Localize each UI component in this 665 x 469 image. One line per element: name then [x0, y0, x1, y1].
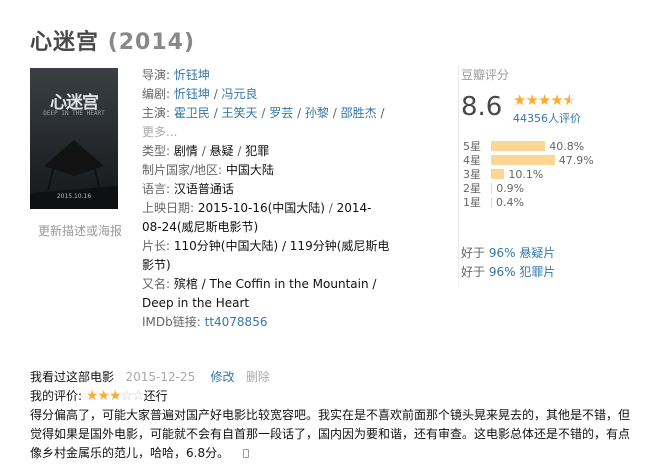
language-label: 语言:	[142, 182, 174, 196]
cast-link[interactable]: 王笑天	[222, 106, 258, 120]
review-body: 得分偏高了，可能大家普遍对国产好电影比较宽容吧。我实在是不喜欢前面那个镜头晃来晃…	[30, 406, 640, 463]
watch-status: 我看过这部电影	[30, 370, 115, 384]
bar-percent: 47.9%	[558, 153, 594, 167]
director-label: 导演:	[142, 68, 174, 82]
movie-year: (2014)	[107, 30, 196, 55]
rating-score: 8.6	[461, 92, 503, 122]
movie-poster[interactable]: 心迷宫 DEEP IN THE HEART 2015.10.16	[30, 68, 118, 209]
bar-percent: 0.9%	[496, 181, 525, 195]
aka-label: 又名:	[142, 277, 174, 291]
better-than-link[interactable]: 96% 悬疑片	[489, 246, 556, 260]
better-than-prefix: 好于	[461, 265, 489, 279]
genre: 犯罪	[245, 144, 270, 158]
rating-bar-row: 3星 10.1%	[463, 167, 594, 182]
country-label: 制片国家/地区:	[142, 163, 226, 177]
bar-label: 1星	[463, 196, 481, 209]
rating-bar	[491, 183, 493, 193]
rating-stars-icon: ★★★★★ ★	[513, 91, 576, 109]
cast-label: 主演:	[142, 106, 174, 120]
runtime-label: 片长:	[142, 239, 174, 253]
poster-subtitle: DEEP IN THE HEART	[43, 110, 105, 117]
review-text: 得分偏高了，可能大家普遍对国产好电影比较宽容吧。我实在是不喜欢前面那个镜头晃来晃…	[30, 408, 631, 460]
delete-link[interactable]: 删除	[246, 370, 270, 384]
bar-percent: 40.8%	[549, 139, 585, 153]
better-than-link[interactable]: 96% 犯罪片	[489, 265, 556, 279]
imdb-label: IMDb链接:	[142, 315, 205, 329]
poster-date: 2015.10.16	[56, 193, 92, 200]
rating-header: 豆瓣评分	[461, 68, 510, 82]
rating-bar	[491, 141, 546, 151]
cast-link[interactable]: 孙黎	[305, 106, 329, 120]
rating-bar	[491, 169, 505, 179]
update-poster-link[interactable]: 更新描述或海报	[38, 222, 122, 239]
cast-link[interactable]: 霍卫民	[174, 106, 210, 120]
rating-bar-row: 4星 47.9%	[463, 153, 594, 168]
edit-link[interactable]: 修改	[210, 370, 234, 384]
genre: 悬疑	[209, 144, 234, 158]
imdb-link[interactable]: tt4078856	[205, 315, 268, 329]
language: 汉语普通话	[173, 182, 234, 196]
movie-info: 导演: 忻钰坤 编剧: 忻钰坤 / 冯元良 主演: 霍卫民 / 王笑天 / 罗芸…	[142, 68, 390, 329]
rating-bar-row: 1星 0.4%	[463, 195, 594, 210]
review-date: 2015-12-25	[125, 370, 196, 384]
my-rating-stars-icon[interactable]: ★★★☆☆	[86, 388, 145, 404]
cast-link[interactable]: 邵胜杰	[341, 106, 377, 120]
bar-percent: 10.1%	[508, 167, 544, 181]
country: 中国大陆	[225, 163, 274, 177]
rating-bar	[491, 155, 555, 165]
writer-label: 编剧:	[142, 87, 174, 101]
release-date: 2015-10-16(中国大陆)	[197, 201, 325, 215]
genre-label: 类型:	[142, 144, 174, 158]
my-rating-text: 还行	[143, 389, 168, 403]
release-label: 上映日期:	[142, 201, 198, 215]
mobile-icon	[243, 449, 250, 458]
rating-bar-row: 5星 40.8%	[463, 139, 594, 154]
rating-panel: 豆瓣评分 8.6 ★★★★★ ★ 44356人评价 5星 40.8% 4星 47.9%…	[458, 66, 638, 286]
runtime: 110分钟(中国大陆) / 119分钟(威尼斯电影节)	[142, 239, 390, 272]
movie-title: 心迷宫	[30, 30, 100, 55]
rating-bar-row: 2星 0.9%	[463, 181, 594, 196]
cast-link[interactable]: 罗芸	[269, 106, 293, 120]
my-rating-label: 我的评价:	[30, 389, 86, 403]
cast-more-link[interactable]: 更多...	[142, 125, 177, 139]
better-than: 好于 96% 悬疑片 好于 96% 犯罪片	[461, 244, 555, 282]
my-review-header: 我看过这部电影 2015-12-25 修改 删除 我的评价: ★★★☆☆还行	[30, 368, 640, 406]
writer-link[interactable]: 冯元良	[222, 87, 258, 101]
bar-percent: 0.4%	[496, 195, 524, 209]
votes-link[interactable]: 44356人评价	[513, 110, 581, 126]
writer-link[interactable]: 忻钰坤	[174, 87, 210, 101]
better-than-prefix: 好于	[461, 246, 489, 260]
page-title: 心迷宫 (2014)	[30, 24, 195, 56]
rating-bars: 5星 40.8% 4星 47.9% 3星 10.1% 2星 0.9% 1星 0.4%	[463, 139, 594, 210]
director-link[interactable]: 忻钰坤	[174, 68, 210, 82]
aka: 殡棺 / The Coffin in the Mountain / Deep i…	[142, 277, 377, 310]
rating-bar	[491, 197, 492, 207]
genre: 剧情	[173, 144, 198, 158]
